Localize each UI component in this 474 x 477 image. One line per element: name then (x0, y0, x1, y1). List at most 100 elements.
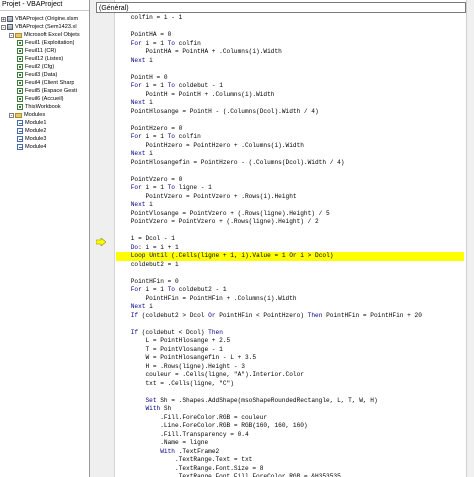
code-line[interactable]: Do: i = i + 1 (116, 244, 464, 253)
code-line[interactable]: PointVzero = 0 (116, 176, 464, 185)
sheet-icon (17, 72, 23, 78)
current-statement-line[interactable]: Loop Until (.Cells(ligne + 1, i).Value =… (116, 252, 464, 261)
code-line[interactable]: W = PointHlosangefin - L + 3.5 (116, 354, 464, 363)
code-line[interactable]: PointHFin = 0 (116, 278, 464, 287)
tree-item[interactable]: - VBAProject (Sem1423.xl (1, 23, 77, 31)
tree-item[interactable]: Feuil4 (Client Sharp (17, 79, 74, 87)
code-line[interactable]: Next i (116, 201, 464, 210)
sheet-icon (17, 88, 23, 94)
tree-item-label: Modules (24, 112, 46, 118)
code-line[interactable]: PointHA = PointHA + .Columns(i).Width (116, 48, 464, 57)
tree-item[interactable]: - Modules (9, 111, 45, 119)
tree-item[interactable]: ThisWorkbook (17, 103, 61, 111)
collapse-icon[interactable]: - (1, 24, 6, 30)
code-line[interactable]: PointHlosangefin = PointHzero - (.Column… (116, 159, 464, 168)
code-line[interactable]: .TextRange.Font.Size = 8 (116, 465, 464, 474)
code-line[interactable]: PointHlosange = PointH - (.Columns(Dcol)… (116, 108, 464, 117)
tree-item[interactable]: Module4 (17, 143, 46, 151)
code-line[interactable]: H = .Rows(ligne).Height - 3 (116, 363, 464, 372)
code-line[interactable]: Next i (116, 150, 464, 159)
tree-item[interactable]: Feuil5 (Espace Gesti (17, 87, 77, 95)
code-line[interactable]: colfin = i - 1 (116, 14, 464, 23)
code-line[interactable] (116, 320, 464, 329)
code-line[interactable]: T = PointVlosange - 1 (116, 346, 464, 355)
module-icon (17, 144, 23, 150)
code-line[interactable] (116, 116, 464, 125)
tree-item-label: VBAProject (Origine.xlsm (15, 16, 79, 22)
tree-item[interactable]: Feuil2 (Cfg) (17, 63, 54, 71)
tree-item-label: Feuil12 (Listes) (25, 56, 64, 62)
code-line[interactable]: With .TextFrame2 (116, 448, 464, 457)
project-icon (7, 24, 13, 30)
code-line[interactable]: .TextRange.Font.Fill.ForeColor.RGB = &H3… (116, 473, 464, 477)
object-combo[interactable]: (Général) (96, 2, 466, 13)
tree-item[interactable]: Module2 (17, 127, 46, 135)
code-line[interactable]: couleur = .Cells(ligne, "A").Interior.Co… (116, 371, 464, 380)
code-line[interactable]: For i = 1 To ligne - 1 (116, 184, 464, 193)
yellow-arrow-icon (96, 238, 106, 246)
code-line[interactable]: PointVzero = PointVzero + .Rows(i).Heigh… (116, 193, 464, 202)
code-line[interactable]: Next i (116, 99, 464, 108)
tree-item[interactable]: Feuil12 (Listes) (17, 55, 63, 63)
code-line[interactable]: If (coldebut < Dcol) Then (116, 329, 464, 338)
code-line[interactable] (116, 65, 464, 74)
code-line[interactable]: L = PointHlosange + 2.5 (116, 337, 464, 346)
tree-item[interactable]: Feuil3 (Data) (17, 71, 57, 79)
code-line[interactable] (116, 23, 464, 32)
code-line[interactable]: Next i (116, 57, 464, 66)
tree-item-label: Module1 (25, 120, 47, 126)
code-window[interactable]: colfin = i - 1 PointHA = 0 For i = 1 To … (116, 14, 464, 477)
code-line[interactable]: .Fill.Transparency = 0.4 (116, 431, 464, 440)
tree-item[interactable]: Feuil1 (Exploitation) (17, 39, 74, 47)
tree-item[interactable]: + VBAProject (Origine.xlsm (1, 15, 78, 23)
code-line[interactable]: txt = .Cells(ligne, "C") (116, 380, 464, 389)
sheet-icon (17, 104, 23, 110)
tree-item[interactable]: - Microsoft Excel Objets (9, 31, 80, 39)
code-line[interactable]: .Line.ForeColor.RGB = RGB(160, 160, 160) (116, 422, 464, 431)
tree-item-label: Module3 (25, 136, 47, 142)
editor-margin[interactable] (90, 0, 115, 477)
code-line[interactable] (116, 388, 464, 397)
tree-item[interactable]: Feuil11 (CR) (17, 47, 56, 55)
tree-item-label: Microsoft Excel Objets (24, 32, 80, 38)
code-line[interactable]: .TextRange.Text = txt (116, 456, 464, 465)
code-line[interactable]: PointHzero = 0 (116, 125, 464, 134)
tree-item-label: Feuil1 (Exploitation) (25, 40, 75, 46)
folder-icon (15, 32, 22, 38)
code-line[interactable]: PointH = 0 (116, 74, 464, 83)
tree-item[interactable]: Feuil6 (Accueil) (17, 95, 64, 103)
tree-item-label: ThisWorkbook (25, 104, 61, 110)
code-line[interactable]: With Sh (116, 405, 464, 414)
collapse-icon[interactable]: - (9, 32, 14, 38)
code-line[interactable]: Set Sh = .Shapes.AddShape(msoShapeRounde… (116, 397, 464, 406)
sheet-icon (17, 40, 23, 46)
sheet-icon (17, 64, 23, 70)
code-line[interactable]: For i = 1 To colfin (116, 40, 464, 49)
code-line[interactable] (116, 167, 464, 176)
code-line[interactable] (116, 269, 464, 278)
code-line[interactable]: For i = 1 To colfin (116, 133, 464, 142)
tree-item[interactable]: Module1 (17, 119, 46, 127)
code-line[interactable]: PointVlosange = PointVzero + (.Rows(lign… (116, 210, 464, 219)
code-line[interactable]: PointH = PointH + .Columns(i).Width (116, 91, 464, 100)
code-line[interactable]: PointVzero = PointVzero + (.Rows(ligne).… (116, 218, 464, 227)
module-icon (17, 128, 23, 134)
code-line[interactable]: PointHFin = PointHFin + .Columns(i).Widt… (116, 295, 464, 304)
code-line[interactable]: For i = 1 To coldebut - 1 (116, 82, 464, 91)
code-line[interactable]: Next i (116, 303, 464, 312)
tree-item[interactable]: Module3 (17, 135, 46, 143)
code-line[interactable]: PointHA = 0 (116, 31, 464, 40)
sheet-icon (17, 80, 23, 86)
code-line[interactable]: If (coldebut2 > Dcol Or PointHFin < Poin… (116, 312, 464, 321)
code-line[interactable] (116, 227, 464, 236)
tree-item-label: Feuil5 (Espace Gesti (25, 88, 77, 94)
expand-icon[interactable]: + (1, 16, 6, 22)
code-line[interactable]: PointHzero = PointHzero + .Columns(i).Wi… (116, 142, 464, 151)
code-line[interactable]: For i = 1 To coldebut2 - 1 (116, 286, 464, 295)
code-line[interactable]: .Fill.ForeColor.RGB = couleur (116, 414, 464, 423)
code-line[interactable]: i = Dcol - 1 (116, 235, 464, 244)
code-line[interactable]: .Name = ligne (116, 439, 464, 448)
collapse-icon[interactable]: - (9, 112, 14, 118)
vertical-scrollbar[interactable] (466, 0, 474, 477)
code-line[interactable]: coldebut2 = i (116, 261, 464, 270)
